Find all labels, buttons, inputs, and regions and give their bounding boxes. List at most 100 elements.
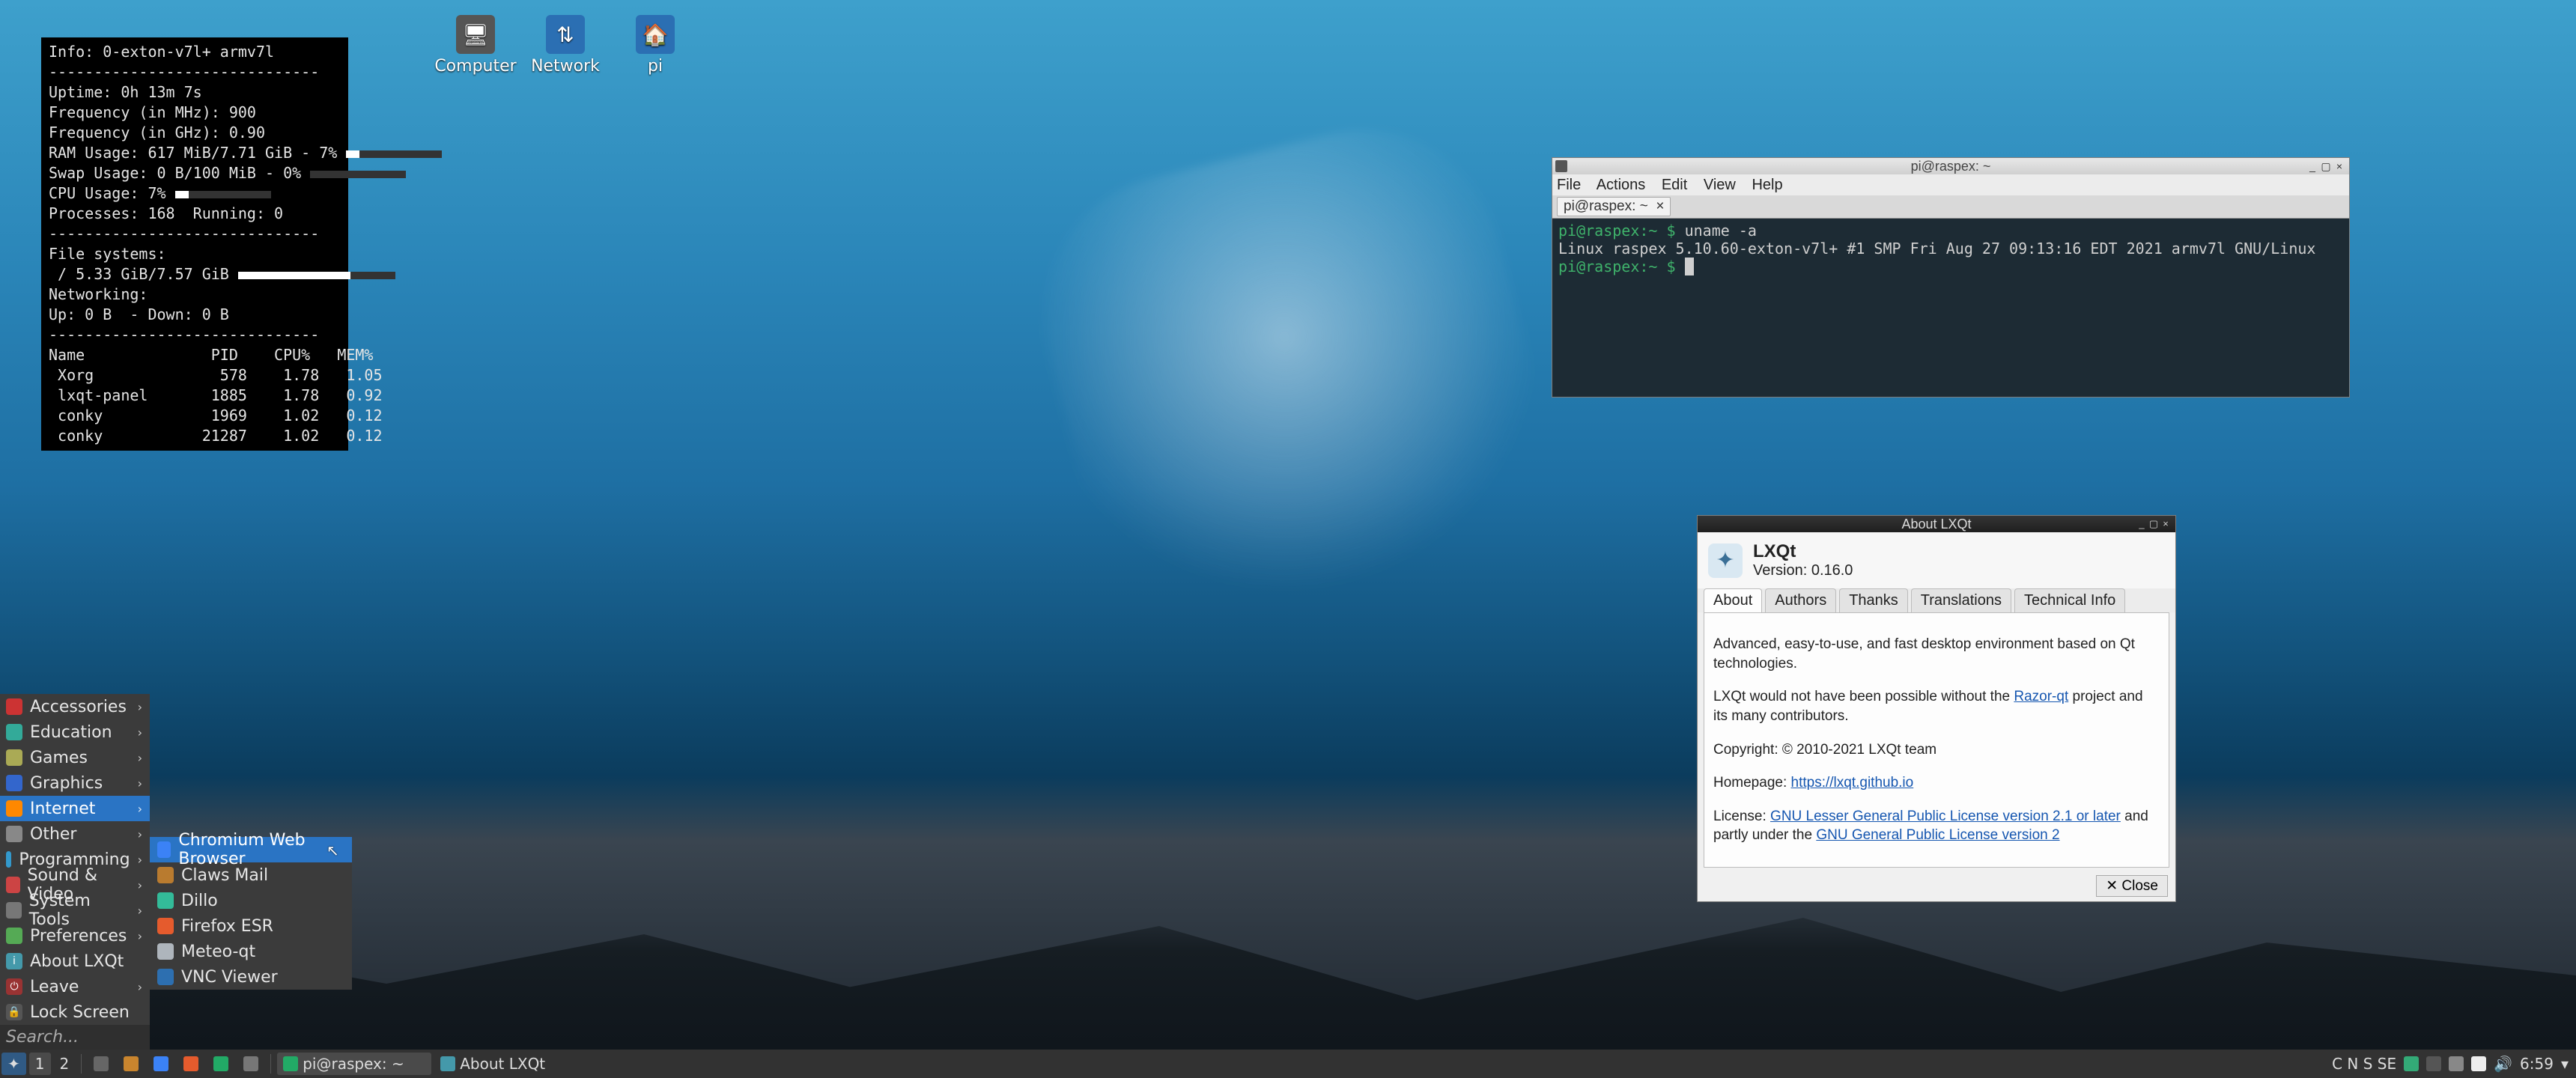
desktop-icon-network[interactable]: ⇅ Network [524, 15, 607, 76]
tray-network-icon[interactable] [2471, 1056, 2486, 1071]
quicklaunch-firefox[interactable] [177, 1053, 204, 1075]
tab-authors[interactable]: Authors [1765, 588, 1836, 612]
about-content: Advanced, easy-to-use, and fast desktop … [1704, 612, 2169, 868]
system-tray: C N S SE 🔊 6:59 ▾ [2332, 1055, 2576, 1073]
about-tabs: About Authors Thanks Translations Techni… [1698, 588, 2175, 612]
menu-edit[interactable]: Edit [1662, 177, 1687, 193]
submenu-meteo-qt[interactable]: Meteo-qt [150, 939, 352, 964]
quicklaunch-settings[interactable] [237, 1053, 264, 1075]
task-qterminal[interactable]: pi@raspex: ~ [277, 1053, 431, 1075]
terminal-menubar: File Actions Edit View Help [1552, 174, 2349, 195]
chevron-right-icon: › [138, 802, 142, 816]
window-titlebar[interactable]: About LXQt _ ▢ × [1698, 516, 2175, 532]
gpl-link[interactable]: GNU General Public License version 2 [1816, 827, 2059, 843]
tab-technical-info[interactable]: Technical Info [2014, 588, 2125, 612]
menu-about-lxqt[interactable]: iAbout LXQt [0, 948, 150, 974]
menu-other[interactable]: Other› [0, 821, 150, 847]
tab-about[interactable]: About [1704, 588, 1762, 612]
keyboard-indicator[interactable]: C N S SE [2332, 1055, 2396, 1073]
claws-mail-icon [157, 867, 174, 883]
menu-file[interactable]: File [1557, 177, 1581, 193]
workspace-1[interactable]: 1 [29, 1053, 51, 1075]
submenu-firefox[interactable]: Firefox ESR [150, 913, 352, 939]
menu-graphics[interactable]: Graphics› [0, 770, 150, 796]
about-name: LXQt [1753, 541, 1853, 562]
menu-games[interactable]: Games› [0, 745, 150, 770]
tray-removable-icon[interactable] [2426, 1056, 2441, 1071]
notifications-icon[interactable]: ▾ [2561, 1055, 2569, 1073]
desktop-icon-label: pi [614, 57, 696, 76]
app-menu-button[interactable]: ✦ [1, 1053, 26, 1075]
dillo-icon [157, 892, 174, 909]
menu-accessories[interactable]: Accessories› [0, 694, 150, 719]
chevron-right-icon: › [138, 700, 142, 714]
leave-icon: ⏻ [6, 978, 22, 995]
about-header: ✦ LXQt Version: 0.16.0 [1698, 532, 2175, 588]
window-titlebar[interactable]: pi@raspex: ~ _ ▢ × [1552, 158, 2349, 174]
terminal-tab[interactable]: pi@raspex: ~ × [1557, 197, 1671, 216]
gear-icon [243, 1056, 258, 1071]
programming-icon [6, 851, 11, 868]
maximize-button[interactable]: ▢ [2319, 159, 2333, 173]
submenu-dillo[interactable]: Dillo [150, 888, 352, 913]
menu-system-tools[interactable]: System Tools› [0, 898, 150, 923]
close-button[interactable]: × [2159, 517, 2172, 531]
app-icon [1555, 160, 1567, 172]
lgpl-link[interactable]: GNU Lesser General Public License versio… [1770, 808, 2121, 824]
lock-icon: 🔒 [6, 1004, 22, 1020]
menu-education[interactable]: Education› [0, 719, 150, 745]
menu-actions[interactable]: Actions [1597, 177, 1646, 193]
tab-translations[interactable]: Translations [1911, 588, 2011, 612]
app-menu: Accessories› Education› Games› Graphics›… [0, 694, 150, 1050]
tab-thanks[interactable]: Thanks [1839, 588, 1908, 612]
tray-icon[interactable] [2404, 1056, 2419, 1071]
preferences-icon [6, 928, 22, 944]
vnc-icon [157, 969, 174, 985]
terminal-cursor [1685, 258, 1694, 275]
tray-clipboard-icon[interactable] [2449, 1056, 2464, 1071]
terminal-body[interactable]: pi@raspex:~ $ uname -a Linux raspex 5.10… [1552, 219, 2349, 397]
home-icon: 🏠 [636, 15, 675, 54]
show-desktop-button[interactable] [88, 1053, 115, 1075]
menu-search[interactable]: Search... [0, 1025, 150, 1050]
desktop-icon-pi-home[interactable]: 🏠 pi [614, 15, 696, 76]
desktop-icon-computer[interactable]: 🖥 Computer [434, 15, 517, 76]
task-about-lxqt[interactable]: About LXQt [434, 1053, 589, 1075]
separator [270, 1054, 271, 1074]
about-lxqt-dialog[interactable]: About LXQt _ ▢ × ✦ LXQt Version: 0.16.0 … [1697, 515, 2176, 902]
close-button[interactable]: × [2333, 159, 2346, 173]
sound-video-icon [6, 877, 20, 893]
qterminal-window[interactable]: pi@raspex: ~ _ ▢ × File Actions Edit Vie… [1552, 157, 2350, 398]
firefox-icon [183, 1056, 198, 1071]
chevron-right-icon: › [138, 929, 142, 943]
chevron-right-icon: › [138, 904, 142, 918]
menu-help[interactable]: Help [1752, 177, 1782, 193]
menu-internet[interactable]: Internet› [0, 796, 150, 821]
menu-view[interactable]: View [1704, 177, 1736, 193]
quicklaunch-files[interactable] [118, 1053, 145, 1075]
conky-overlay: Info: 0-exton-v7l+ armv7l --------------… [41, 37, 348, 451]
about-footer: ✕ Close [1698, 871, 2175, 901]
chevron-right-icon: › [138, 827, 142, 841]
quicklaunch-terminal[interactable] [207, 1053, 234, 1075]
about-version: Version: 0.16.0 [1753, 562, 1853, 579]
submenu-chromium[interactable]: Chromium Web Browser [150, 837, 352, 862]
close-button[interactable]: ✕ Close [2096, 875, 2168, 897]
chevron-right-icon: › [138, 853, 142, 867]
submenu-vnc-viewer[interactable]: VNC Viewer [150, 964, 352, 990]
mouse-cursor: ↖ [326, 841, 339, 859]
terminal-icon [283, 1056, 298, 1071]
clock[interactable]: 6:59 [2520, 1055, 2554, 1073]
workspace-2[interactable]: 2 [54, 1053, 76, 1075]
homepage-link[interactable]: https://lxqt.github.io [1791, 775, 1914, 791]
quicklaunch-browser[interactable] [148, 1053, 174, 1075]
tab-close-icon[interactable]: × [1656, 198, 1664, 214]
razor-qt-link[interactable]: Razor-qt [2014, 689, 2068, 704]
internet-icon [6, 800, 22, 817]
separator [81, 1054, 82, 1074]
minimize-button[interactable]: _ [2306, 159, 2319, 173]
menu-lock-screen[interactable]: 🔒Lock Screen [0, 999, 150, 1025]
menu-leave[interactable]: ⏻Leave› [0, 974, 150, 999]
terminal-icon [213, 1056, 228, 1071]
volume-icon[interactable]: 🔊 [2494, 1055, 2512, 1073]
